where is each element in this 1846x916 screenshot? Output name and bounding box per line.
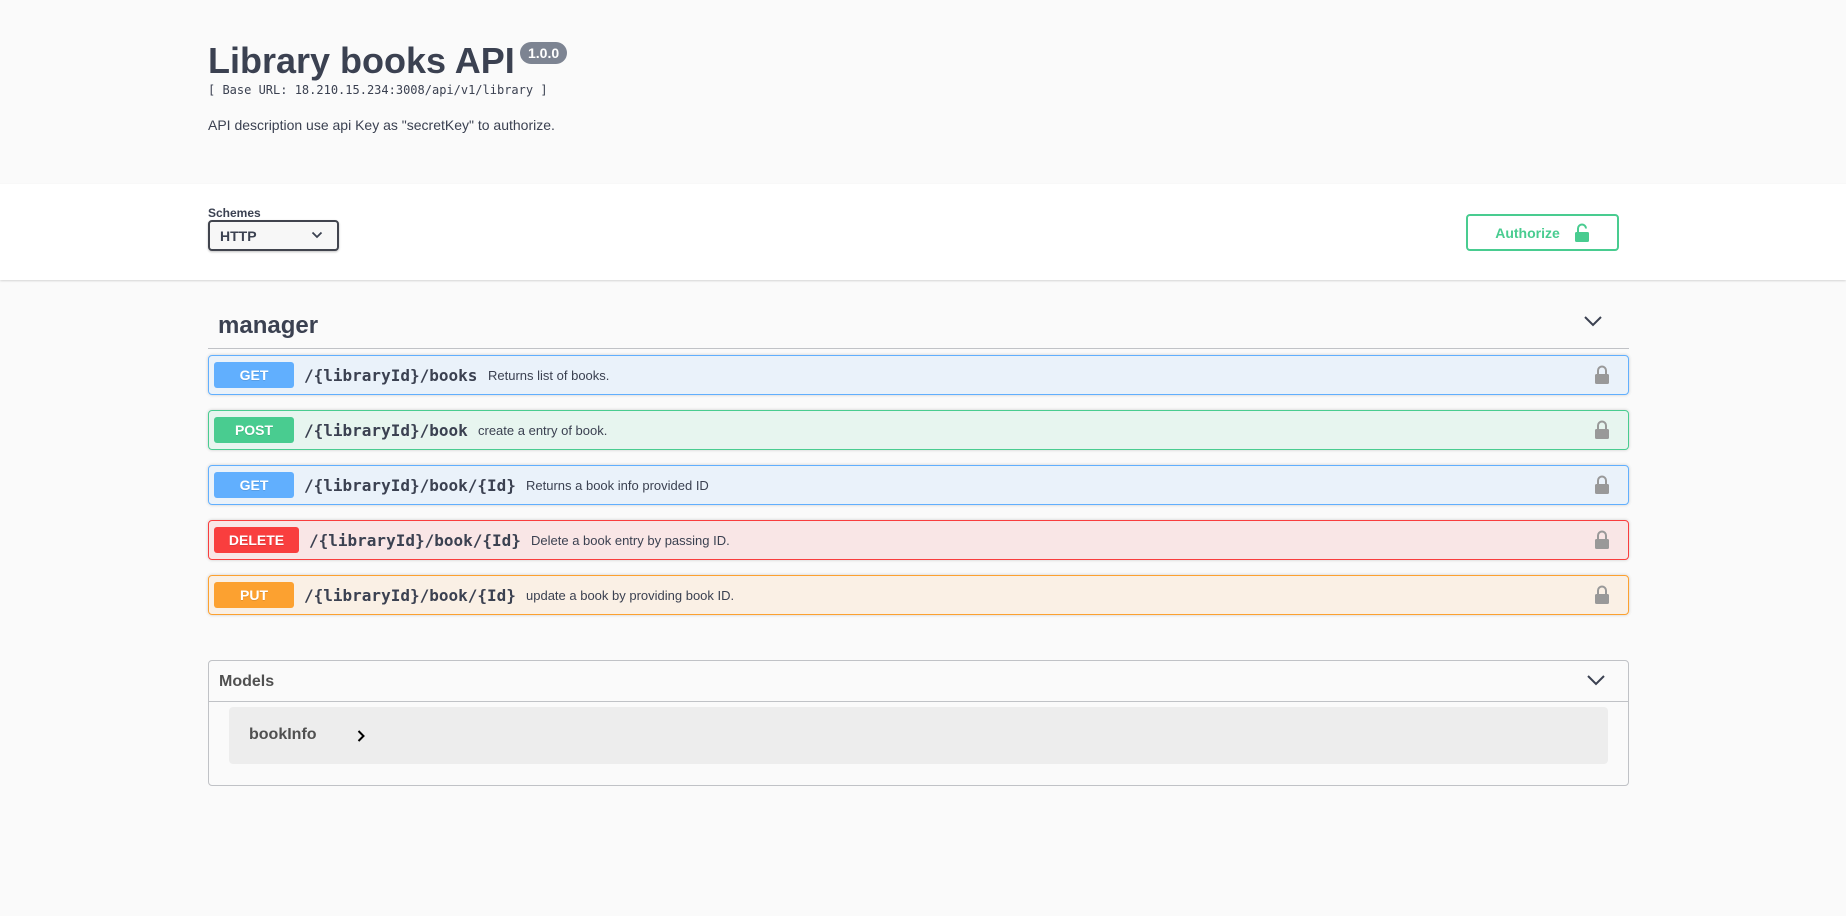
operation-summary: Returns a book info provided ID: [526, 478, 709, 493]
method-badge: GET: [214, 472, 294, 498]
operation-get-books[interactable]: GET /{libraryId}/books Returns list of b…: [208, 355, 1629, 395]
scheme-container: Schemes HTTP Authorize: [0, 184, 1846, 280]
method-badge: PUT: [214, 582, 294, 608]
method-badge: DELETE: [214, 527, 299, 553]
authorize-button[interactable]: Authorize: [1466, 214, 1619, 251]
chevron-right-icon[interactable]: [356, 729, 366, 743]
lock-icon[interactable]: [1594, 420, 1610, 440]
operation-delete-book[interactable]: DELETE /{libraryId}/book/{Id} Delete a b…: [208, 520, 1629, 560]
models-title: Models: [219, 673, 275, 690]
operation-put-book[interactable]: PUT /{libraryId}/book/{Id} update a book…: [208, 575, 1629, 615]
chevron-down-icon[interactable]: [1586, 673, 1606, 687]
lock-icon[interactable]: [1594, 585, 1610, 605]
operation-post-book[interactable]: POST /{libraryId}/book create a entry of…: [208, 410, 1629, 450]
lock-icon[interactable]: [1594, 475, 1610, 495]
api-title: Library books API: [208, 40, 515, 81]
chevron-down-icon[interactable]: [1583, 314, 1603, 328]
lock-icon[interactable]: [1594, 530, 1610, 550]
operation-summary: update a book by providing book ID.: [526, 588, 735, 603]
version-badge: 1.0.0: [520, 42, 568, 64]
authorize-label: Authorize: [1495, 224, 1560, 241]
model-item-bookinfo[interactable]: bookInfo: [229, 707, 1608, 764]
models-section: Models bookInfo: [208, 660, 1629, 786]
operation-summary: create a entry of book.: [478, 423, 608, 438]
lock-icon[interactable]: [1594, 365, 1610, 385]
info-section: Library books API 1.0.0 [ Base URL: 18.2…: [0, 0, 1846, 184]
api-description: API description use api Key as "secretKe…: [208, 117, 555, 133]
operation-summary: Returns list of books.: [488, 368, 610, 383]
operation-get-book-by-id[interactable]: GET /{libraryId}/book/{Id} Returns a boo…: [208, 465, 1629, 505]
operation-path: /{libraryId}/book: [304, 421, 468, 440]
operation-summary: Delete a book entry by passing ID.: [531, 533, 730, 548]
schemes-selected-value: HTTP: [220, 228, 257, 244]
operation-path: /{libraryId}/books: [304, 366, 478, 385]
base-url: [ Base URL: 18.210.15.234:3008/api/v1/li…: [208, 83, 548, 97]
model-name: bookInfo: [249, 726, 317, 743]
tag-title: manager: [218, 312, 319, 339]
schemes-label: Schemes: [208, 206, 261, 220]
tag-section-manager: manager GET /{libraryId}/books Returns l…: [208, 300, 1629, 615]
operation-path: /{libraryId}/book/{Id}: [309, 531, 521, 550]
schemes-select[interactable]: HTTP: [208, 220, 339, 251]
chevron-down-icon: [311, 231, 323, 239]
lock-open-icon: [1574, 223, 1589, 242]
operation-path: /{libraryId}/book/{Id}: [304, 476, 516, 495]
method-badge: POST: [214, 417, 294, 443]
tag-header[interactable]: manager: [208, 300, 1629, 349]
operation-path: /{libraryId}/book/{Id}: [304, 586, 516, 605]
models-header[interactable]: Models: [209, 661, 1628, 702]
method-badge: GET: [214, 362, 294, 388]
